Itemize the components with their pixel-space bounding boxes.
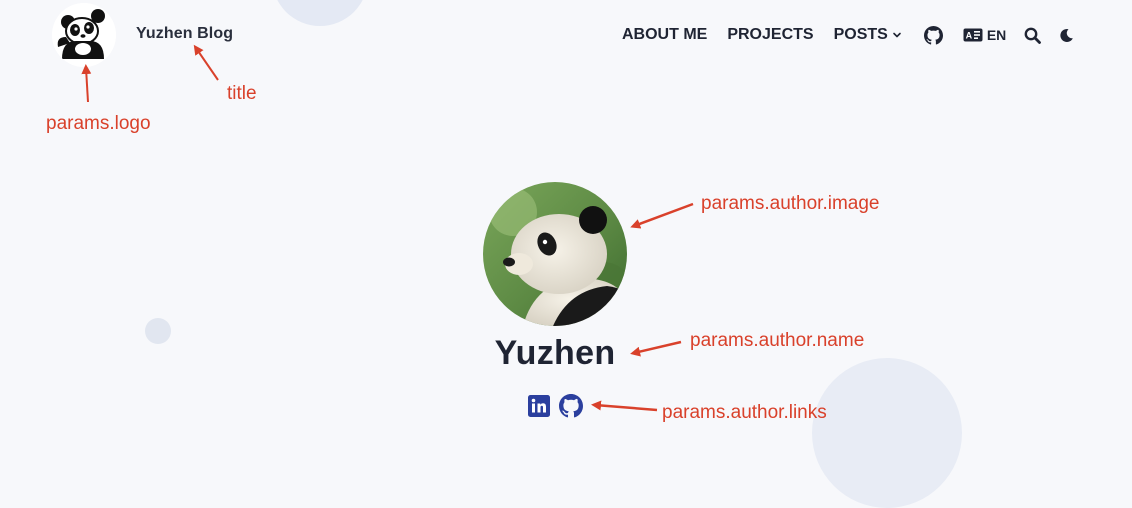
arrow-author-image [630, 202, 694, 229]
arrow-title [193, 44, 219, 81]
annotation-logo: params.logo [46, 113, 151, 134]
annotation-author-name: params.author.name [690, 330, 865, 351]
arrow-author-name [630, 340, 682, 357]
annotation-arrows [81, 44, 694, 412]
annotation-title: title [227, 83, 257, 104]
annotation-author-links: params.author.links [662, 402, 827, 423]
annotation-author-image: params.author.image [701, 193, 880, 214]
arrow-logo [81, 64, 92, 103]
arrow-author-links [591, 400, 658, 412]
